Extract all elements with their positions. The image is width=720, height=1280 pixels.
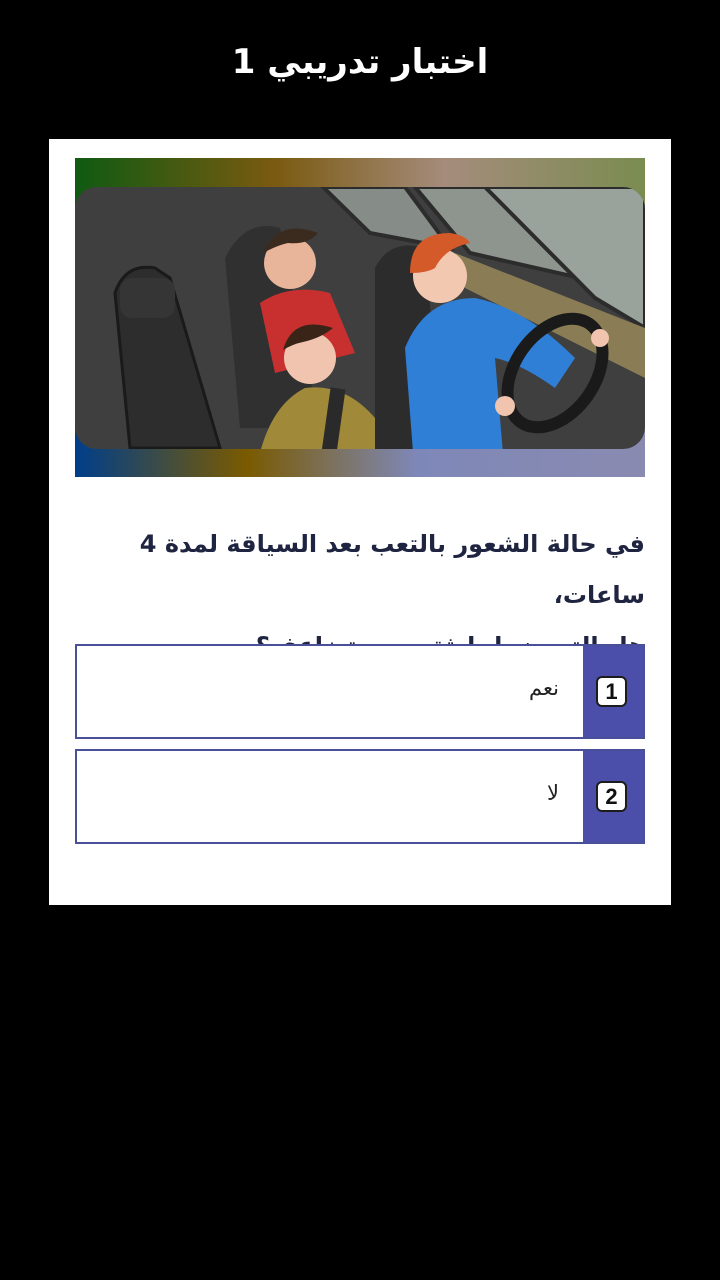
driving-illustration — [75, 158, 645, 477]
option-number-column: 1 — [583, 646, 643, 737]
answer-option-yes[interactable]: 1 نعم — [75, 644, 645, 739]
question-card: في حالة الشعور بالتعب بعد السياقة لمدة 4… — [49, 139, 671, 905]
option-number-badge: 1 — [596, 676, 627, 707]
page-title: اختبار تدريبي 1 — [231, 42, 489, 82]
option-label: لا — [547, 781, 559, 805]
option-number-column: 2 — [583, 751, 643, 842]
option-number-badge: 2 — [596, 781, 627, 812]
option-label: نعم — [529, 676, 559, 700]
question-line-1: في حالة الشعور بالتعب بعد السياقة لمدة 4… — [139, 530, 645, 609]
answer-option-no[interactable]: 2 لا — [75, 749, 645, 844]
